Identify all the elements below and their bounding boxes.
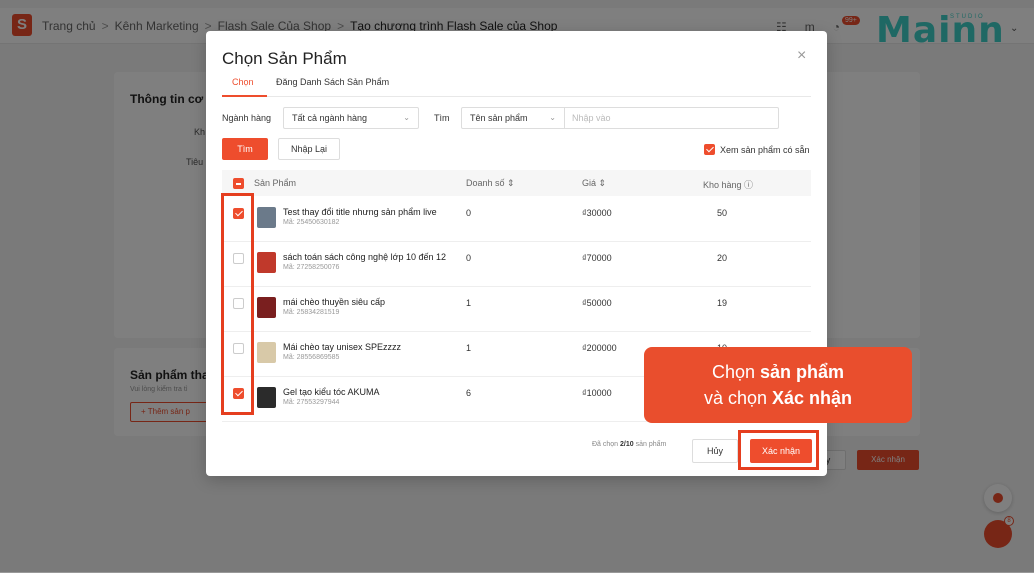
- product-thumbnail: [257, 207, 276, 228]
- product-sales: 1: [466, 343, 472, 353]
- header-product: Sản Phẩm: [254, 178, 297, 188]
- product-price: ₫30000: [582, 208, 612, 218]
- tab-select[interactable]: Chọn: [232, 77, 254, 87]
- cancel-button[interactable]: Hủy: [692, 439, 738, 463]
- selected-prefix: Đã chọn: [592, 441, 619, 448]
- category-value: Tất cả ngành hàng: [292, 113, 368, 123]
- header-stock: Kho hàng ⓘ: [703, 180, 754, 190]
- product-price: ₫50000: [582, 298, 612, 308]
- callout-line-2: và chọn Xác nhận: [703, 388, 853, 408]
- search-label: Tìm: [434, 113, 450, 123]
- search-input[interactable]: Nhập vào: [564, 107, 779, 129]
- search-type-value: Tên sản phẩm: [470, 113, 528, 123]
- product-sales: 1: [466, 298, 472, 308]
- product-stock: 19: [717, 298, 728, 308]
- table-row: Test thay đổi title nhưng sản phẩm live …: [222, 197, 811, 242]
- selected-suffix: sản phẩm: [635, 441, 667, 448]
- product-thumbnail: [257, 387, 276, 408]
- header-price[interactable]: Giá ⇕: [582, 178, 606, 189]
- product-sales: 6: [466, 388, 472, 398]
- product-price: ₫200000: [582, 343, 617, 353]
- show-available-label: Xem sản phẩm có sẵn: [720, 144, 810, 155]
- product-name: mái chèo thuyền siêu cấp: [283, 297, 386, 307]
- search-type-select[interactable]: Tên sản phẩm ⌄: [461, 107, 565, 129]
- callout-line-1: Chọn sản phẩm: [711, 362, 845, 382]
- product-name: Test thay đổi title nhưng sản phẩm live: [283, 207, 437, 217]
- product-sales: 0: [466, 208, 472, 218]
- product-code: Mã: 25450630182: [283, 219, 340, 226]
- show-available-toggle[interactable]: Xem sản phẩm có sẵn: [704, 144, 810, 155]
- chevron-down-icon: ⌄: [403, 113, 410, 122]
- product-price: ₫70000: [582, 253, 612, 263]
- product-price: ₫10000: [582, 388, 612, 398]
- selected-count: Đã chọn 2/10 sản phẩm: [592, 441, 666, 448]
- reset-button[interactable]: Nhập Lại: [278, 138, 340, 160]
- bottom-strip: [0, 572, 1034, 578]
- category-label: Ngành hàng: [222, 113, 272, 123]
- product-thumbnail: [257, 252, 276, 273]
- table-row: sách toán sách công nghệ lớp 10 đến 12 M…: [222, 242, 811, 287]
- product-code: Mã: 28556869585: [283, 354, 340, 361]
- show-available-checkbox[interactable]: [704, 144, 715, 155]
- tab-upload-list[interactable]: Đăng Danh Sách Sản Phẩm: [276, 77, 389, 87]
- product-name: sách toán sách công nghệ lớp 10 đến 12: [283, 252, 447, 262]
- product-code: Mã: 27553297944: [283, 399, 340, 406]
- product-code: Mã: 25834281519: [283, 309, 340, 316]
- product-stock: 50: [717, 208, 728, 218]
- product-stock: 20: [717, 253, 728, 263]
- product-sales: 0: [466, 253, 472, 263]
- product-thumbnail: [257, 342, 276, 363]
- modal-title: Chọn Sản Phẩm: [222, 49, 347, 68]
- category-select[interactable]: Tất cả ngành hàng ⌄: [283, 107, 419, 129]
- select-all-checkbox[interactable]: [233, 178, 244, 189]
- product-code: Mã: 27258250076: [283, 264, 340, 271]
- table-row: mái chèo thuyền siêu cấp Mã: 25834281519…: [222, 287, 811, 332]
- search-button[interactable]: Tìm: [222, 138, 268, 160]
- active-tab-indicator: [222, 95, 267, 97]
- confirm-button-highlight: [738, 430, 819, 470]
- chevron-down-icon: ⌄: [549, 113, 556, 122]
- product-name: Mái chèo tay unisex SPEzzzz: [283, 342, 402, 352]
- close-icon[interactable]: ×: [797, 47, 806, 65]
- product-name: Gel tạo kiểu tóc AKUMA: [283, 387, 380, 397]
- table-header: Sản Phẩm Doanh số ⇕ Giá ⇕ Kho hàng ⓘ: [222, 170, 811, 196]
- selected-number: 2/10: [620, 441, 634, 448]
- product-thumbnail: [257, 297, 276, 318]
- modal-tabs: Chọn Đăng Danh Sách Sản Phẩm: [222, 75, 811, 97]
- instruction-callout: Chọn sản phẩm và chọn Xác nhận: [644, 347, 912, 423]
- checkbox-column-highlight: [221, 193, 254, 415]
- header-sales[interactable]: Doanh số ⇕: [466, 178, 515, 189]
